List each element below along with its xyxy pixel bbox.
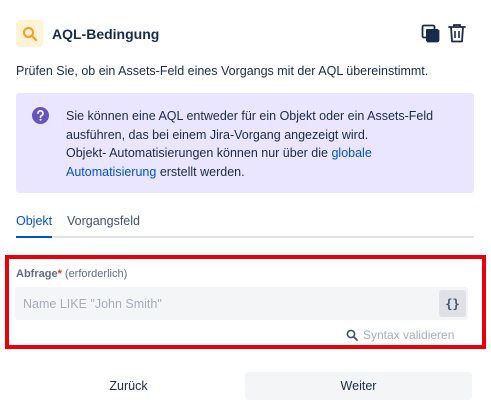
search-icon	[346, 329, 358, 341]
tab-bar: Objekt Vorgangsfeld	[16, 212, 474, 238]
copy-button[interactable]	[419, 22, 441, 44]
info-panel: Sie können eine AQL entweder für ein Obj…	[16, 93, 474, 193]
aql-brace-button[interactable]: {}	[439, 290, 466, 317]
delete-button[interactable]	[446, 22, 468, 44]
tab-vorgangsfeld[interactable]: Vorgangsfeld	[67, 214, 140, 234]
panel-header: AQL-Bedingung	[16, 20, 474, 48]
condition-description: Prüfen Sie, ob ein Assets-Feld eines Vor…	[16, 64, 429, 78]
query-input[interactable]	[15, 287, 468, 320]
back-button[interactable]: Zurück	[16, 372, 241, 400]
required-marker: *	[57, 268, 62, 280]
automation-link[interactable]: Automatisierung	[66, 165, 156, 179]
copy-icon	[421, 24, 439, 42]
question-icon	[32, 107, 49, 124]
next-button[interactable]: Weiter	[245, 372, 472, 400]
panel-title: AQL-Bedingung	[52, 26, 160, 42]
trash-icon	[448, 24, 466, 43]
aql-condition-panel: AQL-Bedingung Prüfen Sie, ob ein Assets-…	[0, 0, 491, 411]
required-hint: (erforderlich)	[64, 268, 128, 280]
search-icon	[16, 20, 43, 47]
validate-syntax-link[interactable]: Syntax validieren	[346, 328, 454, 342]
validate-label: Syntax validieren	[363, 328, 455, 342]
global-link[interactable]: globale	[331, 146, 371, 160]
query-label: Abfrage* (erforderlich)	[16, 268, 128, 280]
tab-objekt[interactable]: Objekt	[16, 214, 53, 238]
info-text: Sie können eine AQL entweder für ein Obj…	[66, 109, 434, 179]
